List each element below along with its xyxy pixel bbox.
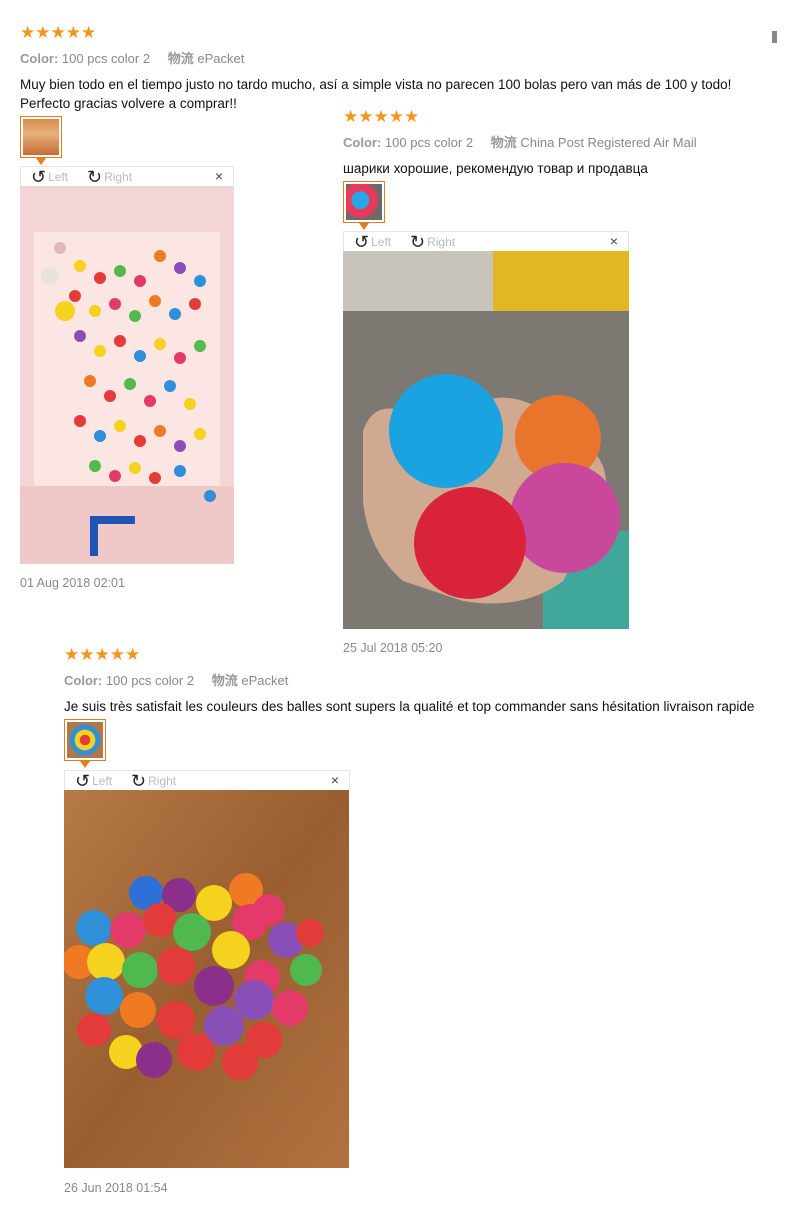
review-3: ★★★★★ Color: 100 pcs color 2 物流 ePacket … bbox=[64, 646, 784, 716]
photo-viewer: ↺ Left ↻ Right × bbox=[64, 770, 350, 1168]
shipping-label: 物流 bbox=[211, 673, 238, 688]
review-1: ★★★★★ Color: 100 pcs color 2 物流 ePacket … bbox=[20, 24, 790, 113]
viewer-toolbar: ↺ Left ↻ Right × bbox=[64, 770, 350, 790]
shipping-value: China Post Registered Air Mail bbox=[520, 135, 697, 150]
photo-thumbnail[interactable] bbox=[64, 719, 106, 768]
rotate-right-button[interactable]: ↻ Right bbox=[87, 167, 132, 187]
rating-stars: ★★★★★ bbox=[343, 107, 420, 126]
hand-holding-balls-image bbox=[343, 251, 629, 629]
shipping-label: 物流 bbox=[167, 51, 194, 66]
rotate-left-label: Left bbox=[92, 774, 113, 788]
review-meta: Color: 100 pcs color 2 物流 ePacket bbox=[64, 670, 784, 689]
rotate-left-icon: ↺ bbox=[31, 167, 47, 187]
rotate-left-button[interactable]: ↺ Left bbox=[31, 167, 68, 187]
rotate-right-label: Right bbox=[148, 774, 177, 788]
review-photo bbox=[20, 186, 234, 564]
review-date: 01 Aug 2018 02:01 bbox=[20, 576, 125, 590]
color-value: 100 pcs color 2 bbox=[105, 673, 195, 688]
viewer-toolbar: ↺ Left ↻ Right × bbox=[20, 166, 234, 186]
close-icon[interactable]: × bbox=[331, 772, 339, 788]
rotate-left-icon: ↺ bbox=[354, 232, 370, 252]
photo-thumbnail[interactable] bbox=[20, 116, 62, 165]
rotate-right-icon: ↻ bbox=[87, 167, 103, 187]
rotate-left-icon: ↺ bbox=[75, 771, 91, 791]
color-label: Color: bbox=[64, 673, 103, 688]
rotate-right-button[interactable]: ↻ Right bbox=[131, 771, 176, 791]
review-2: ★★★★★ Color: 100 pcs color 2 物流 China Po… bbox=[343, 108, 783, 178]
review-text: Je suis très satisfait les couleurs des … bbox=[64, 699, 755, 714]
color-label: Color: bbox=[343, 135, 382, 150]
rating-stars: ★★★★★ bbox=[64, 645, 141, 664]
viewer-toolbar: ↺ Left ↻ Right × bbox=[343, 231, 629, 251]
rotate-right-button[interactable]: ↻ Right bbox=[410, 232, 455, 252]
rotate-right-label: Right bbox=[427, 235, 456, 249]
rotate-left-button[interactable]: ↺ Left bbox=[354, 232, 391, 252]
review-photo bbox=[343, 251, 629, 629]
photo-viewer: ↺ Left ↻ Right × bbox=[20, 166, 234, 564]
photo-viewer: ↺ Left ↻ Right × bbox=[343, 231, 629, 629]
shipping-label: 物流 bbox=[490, 135, 517, 150]
review-meta: Color: 100 pcs color 2 物流 ePacket bbox=[20, 48, 790, 67]
shipping-value: ePacket bbox=[241, 673, 289, 688]
bag-of-balls-image bbox=[64, 790, 349, 1168]
review-photo bbox=[64, 790, 349, 1168]
color-label: Color: bbox=[20, 51, 59, 66]
rotate-right-icon: ↻ bbox=[410, 232, 426, 252]
rotate-left-button[interactable]: ↺ Left bbox=[75, 771, 112, 791]
color-value: 100 pcs color 2 bbox=[61, 51, 151, 66]
photo-thumbnail[interactable] bbox=[343, 181, 385, 230]
close-icon[interactable]: × bbox=[610, 233, 618, 249]
rotate-right-label: Right bbox=[104, 170, 133, 184]
balls-in-playpen-image bbox=[20, 186, 234, 564]
color-value: 100 pcs color 2 bbox=[384, 135, 474, 150]
shipping-value: ePacket bbox=[197, 51, 245, 66]
review-meta: Color: 100 pcs color 2 物流 China Post Reg… bbox=[343, 132, 783, 151]
rotate-left-label: Left bbox=[48, 170, 69, 184]
close-icon[interactable]: × bbox=[215, 168, 223, 184]
review-date: 26 Jun 2018 01:54 bbox=[64, 1181, 168, 1195]
rating-stars: ★★★★★ bbox=[20, 23, 97, 42]
review-text: шарики хорошие, рекомендую товар и прода… bbox=[343, 161, 648, 176]
rotate-right-icon: ↻ bbox=[131, 771, 147, 791]
rotate-left-label: Left bbox=[371, 235, 392, 249]
